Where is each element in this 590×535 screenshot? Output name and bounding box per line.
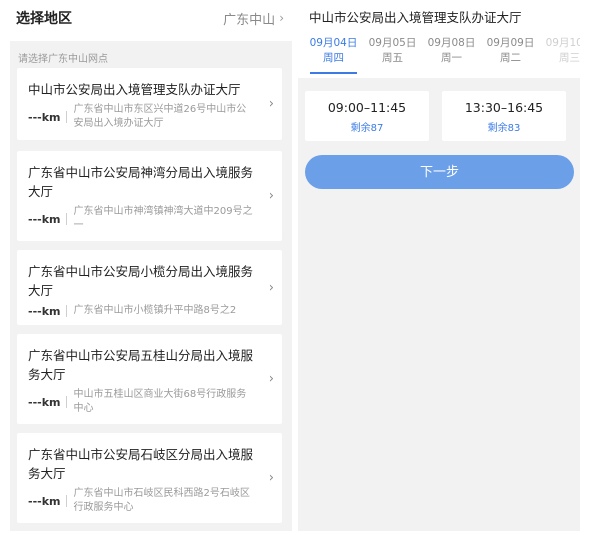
office-address: 广东省中山市小榄镇升平中路8号之2 <box>73 305 237 316</box>
chevron-right-icon: › <box>268 280 274 295</box>
office-card[interactable]: 广东省中山市公安局五桂山分局出入境服务大厅 ---km 中山市五桂山区商业大街6… <box>17 334 282 424</box>
office-address: 中山市五桂山区商业大街68号行政服务中心 <box>73 389 247 414</box>
date-tab[interactable]: 09月05日 周五 <box>363 36 422 74</box>
list-hint: 请选择广东中山网点 <box>18 54 108 65</box>
tab-weekday: 周四 <box>323 52 344 64</box>
chevron-right-icon: › <box>268 96 274 112</box>
office-distance: ---km <box>28 395 61 409</box>
office-distance: ---km <box>28 494 61 508</box>
left-header: 选择地区 广东中山 › <box>10 0 292 36</box>
chevron-right-icon: › <box>268 188 274 204</box>
tab-weekday: 周五 <box>382 52 403 64</box>
date-tab[interactable]: 09月04日 周四 <box>304 36 363 74</box>
timeslot-card[interactable]: 09:00–11:45 剩余87 <box>305 91 429 141</box>
office-name: 广东省中山市公安局五桂山分局出入境服务大厅 <box>28 348 254 382</box>
chevron-right-icon: › <box>268 470 274 486</box>
office-address: 广东省中山市石岐区民科西路2号石岐区行政服务中心 <box>73 488 250 513</box>
tab-date: 09月08日 <box>427 37 476 49</box>
office-title: 中山市公安局出入境管理支队办证大厅 <box>309 10 522 25</box>
office-address: 广东省中山市东区兴中道26号中山市公安局出入境办证大厅 <box>73 104 247 129</box>
office-name: 中山市公安局出入境管理支队办证大厅 <box>28 82 241 97</box>
region-selector[interactable]: 广东中山 › <box>223 9 284 28</box>
divider <box>66 396 68 408</box>
office-distance: ---km <box>28 110 61 124</box>
office-card[interactable]: 广东省中山市公安局神湾分局出入境服务大厅 ---km 广东省中山市神湾镇神湾大道… <box>17 151 282 241</box>
office-name: 广东省中山市公安局神湾分局出入境服务大厅 <box>28 165 254 199</box>
timeslot-panel: 中山市公安局出入境管理支队办证大厅 09月04日 周四 09月05日 周五 09… <box>298 0 580 535</box>
next-step-button[interactable]: 下一步 <box>305 155 574 189</box>
slot-time: 09:00–11:45 <box>327 100 407 115</box>
divider <box>66 111 68 123</box>
office-name: 广东省中山市公安局小榄分局出入境服务大厅 <box>28 264 254 298</box>
slot-remaining: 剩余83 <box>487 123 521 134</box>
office-distance: ---km <box>28 304 61 318</box>
date-tab[interactable]: 09月08日 周一 <box>422 36 481 74</box>
office-address: 广东省中山市神湾镇神湾大道中209号之一 <box>73 206 253 231</box>
divider <box>66 495 68 507</box>
date-tabs: 09月04日 周四 09月05日 周五 09月08日 周一 09月09日 周二 … <box>298 36 580 74</box>
panel-title: 选择地区 <box>16 11 72 27</box>
tab-weekday: 周二 <box>500 52 521 64</box>
divider <box>66 305 68 317</box>
timeslot-card[interactable]: 13:30–16:45 剩余83 <box>442 91 566 141</box>
office-list: 请选择广东中山网点 中山市公安局出入境管理支队办证大厅 ---km 广东省中山市… <box>10 41 292 531</box>
office-card[interactable]: 广东省中山市公安局小榄分局出入境服务大厅 ---km 广东省中山市小榄镇升平中路… <box>17 250 282 325</box>
tab-weekday: 周三 <box>559 52 580 64</box>
tab-date: 09月09日 <box>486 37 535 49</box>
date-tab[interactable]: 09月09日 周二 <box>481 36 540 74</box>
tab-date: 09月10日 <box>545 37 580 49</box>
office-card[interactable]: 广东省中山市公安局石岐区分局出入境服务大厅 ---km 广东省中山市石岐区民科西… <box>17 433 282 523</box>
office-distance: ---km <box>28 212 61 226</box>
office-card[interactable]: 中山市公安局出入境管理支队办证大厅 ---km 广东省中山市东区兴中道26号中山… <box>17 68 282 140</box>
slot-time: 13:30–16:45 <box>464 100 544 115</box>
slot-remaining: 剩余87 <box>350 123 384 134</box>
tab-weekday: 周一 <box>441 52 462 64</box>
chevron-right-icon: › <box>279 11 284 25</box>
office-name: 广东省中山市公安局石岐区分局出入境服务大厅 <box>28 447 254 481</box>
timeslot-area: 09:00–11:45 剩余87 13:30–16:45 剩余83 下一步 <box>298 78 580 531</box>
date-tab[interactable]: 09月10日 周三 <box>540 36 580 74</box>
chevron-right-icon: › <box>268 371 274 387</box>
office-select-panel: 选择地区 广东中山 › 请选择广东中山网点 中山市公安局出入境管理支队办证大厅 … <box>10 0 292 535</box>
divider <box>66 213 68 225</box>
region-label: 广东中山 <box>223 12 276 28</box>
tab-date: 09月04日 <box>309 37 358 49</box>
tab-date: 09月05日 <box>368 37 417 49</box>
